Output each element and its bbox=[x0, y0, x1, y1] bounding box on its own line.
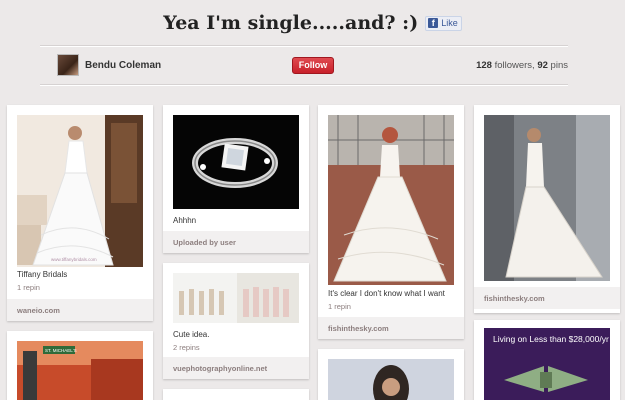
pin-image-wedding-dress[interactable]: www.tiffanybridals.com bbox=[17, 115, 143, 267]
pin-card[interactable]: Living on Less than $28,000/yr bbox=[474, 320, 620, 400]
board-title: Yea I'm single.....and? :) bbox=[163, 12, 419, 34]
ad-text: Living on Less than $28,000/yr bbox=[493, 334, 609, 344]
board-title-row: Yea I'm single.....and? :) f Like bbox=[0, 12, 625, 34]
board-header: Yea I'm single.....and? :) f Like Bendu … bbox=[0, 0, 625, 96]
image-watermark: www.tiffanybridals.com bbox=[51, 257, 97, 262]
pin-image-money-bow[interactable]: Living on Less than $28,000/yr bbox=[484, 328, 610, 400]
pin-repin-count[interactable]: 1 repin bbox=[328, 302, 351, 311]
like-label: Like bbox=[441, 18, 458, 28]
pin-source[interactable]: waneio.com bbox=[7, 299, 153, 321]
pin-source[interactable]: vuephotographyonline.net bbox=[163, 357, 309, 379]
pin-image-model[interactable] bbox=[328, 359, 454, 400]
pin-card[interactable] bbox=[318, 349, 464, 400]
pin-image-gown-gray[interactable] bbox=[484, 115, 610, 281]
pin-description: Ahhhn bbox=[173, 216, 197, 225]
pin-card[interactable]: fishinthesky.com bbox=[474, 105, 620, 313]
street-sign-text: ST. MICHAEL'S bbox=[45, 348, 77, 353]
pin-card[interactable]: Ahhhn Uploaded by user bbox=[163, 105, 309, 253]
followers-count: 128 bbox=[476, 60, 492, 71]
pin-card[interactable] bbox=[163, 389, 309, 400]
user-name-link[interactable]: Bendu Coleman bbox=[85, 60, 161, 71]
pin-image-bridesmaids[interactable] bbox=[173, 273, 299, 323]
pin-description: Tiffany Bridals bbox=[17, 270, 68, 279]
header-divider-bottom bbox=[40, 84, 568, 86]
facebook-like-button[interactable]: f Like bbox=[425, 15, 462, 31]
pin-image-street[interactable]: ST. MICHAEL'S bbox=[17, 341, 143, 400]
pin-source[interactable]: Uploaded by user bbox=[163, 231, 309, 253]
header-divider-top bbox=[40, 45, 568, 47]
pin-description: Cute idea. bbox=[173, 330, 210, 339]
pin-card[interactable]: www.tiffanybridals.com Tiffany Bridals 1… bbox=[7, 105, 153, 321]
pins-label: pins bbox=[547, 60, 568, 71]
pin-repin-count[interactable]: 2 repins bbox=[173, 343, 200, 352]
pin-image-ballgown[interactable] bbox=[328, 115, 454, 285]
avatar[interactable] bbox=[57, 54, 79, 76]
pin-image-ring[interactable] bbox=[173, 115, 299, 209]
pin-source[interactable]: fishinthesky.com bbox=[474, 287, 620, 309]
follow-button[interactable]: Follow bbox=[292, 57, 334, 74]
pin-description: It's clear I don't know what I want bbox=[328, 289, 445, 298]
board-stats: 128 followers, 92 pins bbox=[476, 60, 568, 71]
followers-label: followers, bbox=[491, 60, 538, 71]
pin-card[interactable]: Cute idea. 2 repins vuephotographyonline… bbox=[163, 263, 309, 379]
facebook-icon: f bbox=[428, 18, 439, 28]
pins-count: 92 bbox=[537, 60, 548, 71]
pin-repin-count[interactable]: 1 repin bbox=[17, 283, 40, 292]
pin-card[interactable]: ST. MICHAEL'S bbox=[7, 331, 153, 400]
pin-source[interactable]: fishinthesky.com bbox=[318, 317, 464, 339]
pin-card[interactable]: It's clear I don't know what I want 1 re… bbox=[318, 105, 464, 339]
